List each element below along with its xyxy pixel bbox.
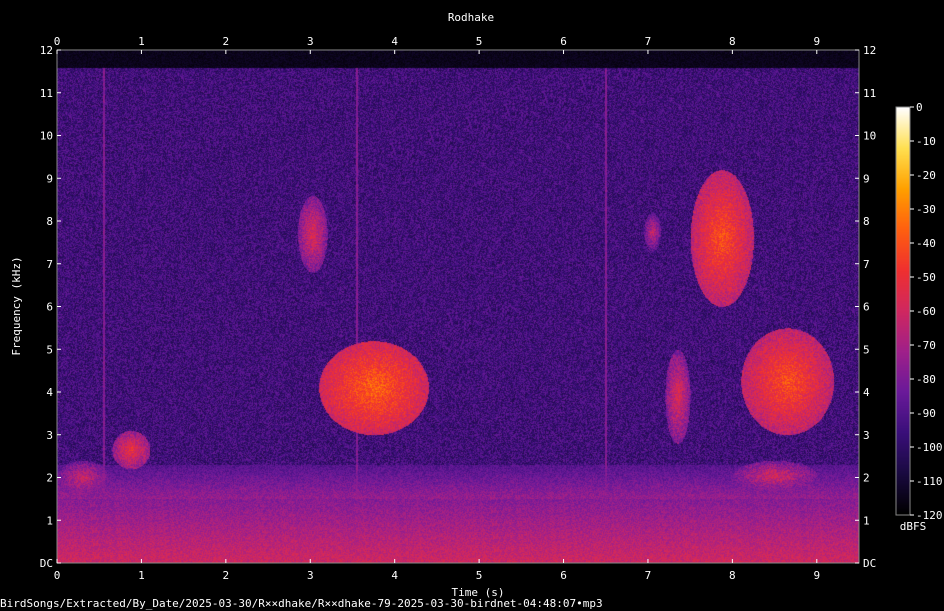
x-tick-label-bottom: 1 (138, 569, 145, 582)
colorbar-tick-label: -70 (916, 339, 936, 352)
colorbar-tick-label: -80 (916, 373, 936, 386)
y-tick-label-left: 12 (40, 44, 53, 57)
colorbar-ticks: 0-10-20-30-40-50-60-70-80-90-100-110-120 (910, 101, 943, 522)
x-tick-label-bottom: 9 (813, 569, 820, 582)
colorbar-tick-label: -60 (916, 305, 936, 318)
y-tick-label-left: 3 (46, 429, 53, 442)
x-tick-label-top: 7 (645, 35, 652, 48)
x-tick-label-bottom: 7 (645, 569, 652, 582)
y-tick-label-right: 1 (863, 514, 870, 527)
y-tick-label-right: DC (863, 557, 876, 570)
y-tick-label-right: 11 (863, 87, 876, 100)
colorbar-label: dBFS (900, 520, 927, 533)
colorbar-tick-label: -100 (916, 441, 943, 454)
x-tick-label-bottom: 6 (560, 569, 567, 582)
x-tick-label-top: 9 (813, 35, 820, 48)
spectrogram-heatmap (57, 50, 859, 563)
colorbar-tick-label: -110 (916, 475, 943, 488)
x-tick-label-bottom: 4 (391, 569, 398, 582)
y-tick-label-left: DC (40, 557, 53, 570)
y-tick-label-left: 8 (46, 215, 53, 228)
x-tick-label-top: 2 (223, 35, 230, 48)
colorbar (896, 107, 910, 515)
y-tick-label-left: 6 (46, 301, 53, 314)
y-tick-label-right: 12 (863, 44, 876, 57)
x-tick-label-bottom: 5 (476, 569, 483, 582)
x-tick-label-top: 3 (307, 35, 314, 48)
x-tick-label-top: 8 (729, 35, 736, 48)
y-tick-label-left: 11 (40, 87, 53, 100)
y-tick-label-left: 5 (46, 343, 53, 356)
y-tick-label-right: 6 (863, 301, 870, 314)
y-axis-label: Frequency (kHz) (10, 256, 23, 355)
y-tick-label-right: 3 (863, 429, 870, 442)
colorbar-tick-label: -50 (916, 271, 936, 284)
colorbar-tick-label: -40 (916, 237, 936, 250)
chart-title: Rodhake (448, 11, 494, 24)
y-tick-label-right: 4 (863, 386, 870, 399)
y-tick-label-right: 10 (863, 130, 876, 143)
y-tick-label-right: 9 (863, 172, 870, 185)
x-tick-label-bottom: 3 (307, 569, 314, 582)
x-tick-label-top: 5 (476, 35, 483, 48)
x-tick-label-top: 6 (560, 35, 567, 48)
x-tick-label-bottom: 8 (729, 569, 736, 582)
y-tick-label-left: 9 (46, 172, 53, 185)
colorbar-tick-label: -90 (916, 407, 936, 420)
y-tick-label-left: 4 (46, 386, 53, 399)
x-tick-label-top: 4 (391, 35, 398, 48)
y-tick-label-right: 2 (863, 472, 870, 485)
y-tick-label-left: 1 (46, 514, 53, 527)
y-tick-label-right: 7 (863, 258, 870, 271)
file-path: BirdSongs/Extracted/By_Date/2025-03-30/R… (0, 597, 603, 610)
x-tick-label-top: 0 (54, 35, 61, 48)
x-tick-label-bottom: 0 (54, 569, 61, 582)
colorbar-tick-label: -30 (916, 203, 936, 216)
y-tick-label-left: 2 (46, 472, 53, 485)
x-tick-label-top: 1 (138, 35, 145, 48)
colorbar-tick-label: -10 (916, 135, 936, 148)
y-tick-label-left: 10 (40, 130, 53, 143)
y-tick-label-right: 5 (863, 343, 870, 356)
spectrogram-figure: Rodhake 00112233445566778899DC DC1 12 23 34 4… (10, 11, 943, 599)
y-tick-label-left: 7 (46, 258, 53, 271)
colorbar-tick-label: -20 (916, 169, 936, 182)
y-tick-label-right: 8 (863, 215, 870, 228)
colorbar-tick-label: 0 (916, 101, 923, 114)
x-tick-label-bottom: 2 (223, 569, 230, 582)
